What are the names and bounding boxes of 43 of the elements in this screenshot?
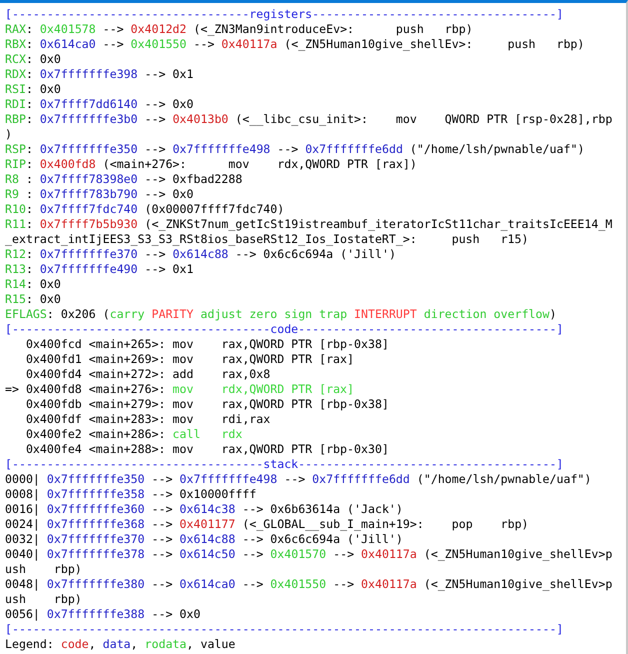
- terminal-line: 0x400fe4 <main+288>: mov rax,QWORD PTR [rbp-0x30]: [24, 442, 389, 457]
- terminal-line: RDX: 0x7fffffffe398 --> 0x1: [5, 67, 194, 82]
- terminal-line: ): [5, 127, 12, 142]
- terminal-line: _extract_intIjEES3_S3_S3_RSt8ios_baseRSt12_Ios_IostateRT_>: push r15): [5, 232, 529, 247]
- terminal-line: R10: 0x7ffff7fdc740 (0x00007ffff7fdc740): [5, 202, 284, 217]
- terminal-line: [-------------------------------------code-------------------------------------]: [5, 322, 564, 337]
- terminal-line: R13: 0x7fffffffe490 --> 0x1: [5, 262, 194, 277]
- terminal-line: 0032| 0x7fffffffe370 --> 0x614c88 --> 0x6c6c694a ('Jill'): [5, 532, 403, 547]
- terminal-line: [----------------------------------registers-----------------------------------]: [5, 7, 564, 22]
- terminal-line: RDI: 0x7ffff7dd6140 --> 0x0: [5, 97, 194, 112]
- terminal-line: 0008| 0x7fffffffe358 --> 0x10000ffff: [5, 487, 256, 502]
- terminal-line: 0040| 0x7fffffffe378 --> 0x614c50 --> 0x401570 --> 0x40117a (<_ZN5Human10give_shellEv>p: [5, 547, 612, 562]
- terminal-line: 0x400fdb <main+279>: mov rax,QWORD PTR [rbp-0x38]: [24, 397, 389, 412]
- terminal-line: 0056| 0x7fffffffe388 --> 0x0: [5, 607, 200, 622]
- terminal-line: 0016| 0x7fffffffe360 --> 0x614c38 --> 0x6b63614a ('Jack'): [5, 502, 403, 517]
- terminal-line: R15: 0x0: [5, 292, 61, 307]
- terminal-line: R9 : 0x7ffff783b790 --> 0x0: [5, 187, 194, 202]
- terminal-line: RCX: 0x0: [5, 52, 61, 67]
- terminal-line: R12: 0x7fffffffe370 --> 0x614c88 --> 0x6c6c694a ('Jill'): [5, 247, 396, 262]
- terminal-line: => 0x400fd8 <main+276>: mov rdx,QWORD PTR [rax]: [5, 382, 354, 397]
- terminal-line: ush rbp): [5, 592, 82, 607]
- terminal-line: [------------------------------------------------------------------------------]: [5, 622, 564, 637]
- terminal-line: RIP: 0x400fd8 (<main+276>: mov rdx,QWORD PTR [rax]): [5, 157, 417, 172]
- terminal-line: RSP: 0x7fffffffe350 --> 0x7fffffffe498 --> 0x7fffffffe6dd ("/home/lsh/pwnable/uaf"): [5, 142, 584, 157]
- terminal-line: 0x400fdf <main+283>: mov rdi,rax: [24, 412, 270, 427]
- terminal-line: RAX: 0x401578 --> 0x4012d2 (<_ZN3Man9introduceEv>: push rbp): [5, 22, 473, 37]
- terminal-line: ush rbp): [5, 562, 82, 577]
- terminal-line: 0000| 0x7fffffffe350 --> 0x7fffffffe498 --> 0x7fffffffe6dd ("/home/lsh/pwnable/uaf"): [5, 472, 592, 487]
- terminal-line: R11: 0x7ffff7b5b930 (<_ZNKSt7num_getIcSt19istreambuf_iteratorIcSt11char_traitsIcEEE14_M: [5, 217, 612, 232]
- terminal-line: EFLAGS: 0x206 (carry PARITY adjust zero sign trap INTERRUPT direction overflow): [5, 307, 556, 322]
- terminal-line: 0048| 0x7fffffffe380 --> 0x614ca0 --> 0x401550 --> 0x40117a (<_ZN5Human10give_shellEv>p: [5, 577, 612, 592]
- terminal-line: RBX: 0x614ca0 --> 0x401550 --> 0x40117a (<_ZN5Human10give_shellEv>: push rbp): [5, 37, 584, 52]
- terminal-line: RBP: 0x7fffffffe3b0 --> 0x4013b0 (<__libc_csu_init>: mov QWORD PTR [rsp-0x28],rbp: [5, 112, 612, 127]
- terminal-line: 0x400fe2 <main+286>: call rdx: [24, 427, 242, 442]
- terminal-line: Legend: code, data, rodata, value: [5, 637, 236, 652]
- terminal-line: R8 : 0x7ffff78398e0 --> 0xfbad2288: [5, 172, 242, 187]
- terminal-line: 0024| 0x7fffffffe368 --> 0x401177 (<_GLOBAL__sub_I_main+19>: pop rbp): [5, 517, 529, 532]
- terminal-line: 0x400fd1 <main+269>: mov rax,QWORD PTR [rax]: [24, 352, 354, 367]
- terminal-line: [------------------------------------stack-------------------------------------]: [5, 457, 564, 472]
- terminal-line: 0x400fd4 <main+272>: add rax,0x8: [24, 367, 270, 382]
- terminal-line: RSI: 0x0: [5, 82, 61, 97]
- terminal-line: 0x400fcd <main+265>: mov rax,QWORD PTR [rbp-0x38]: [24, 337, 389, 352]
- terminal-line: R14: 0x0: [5, 277, 61, 292]
